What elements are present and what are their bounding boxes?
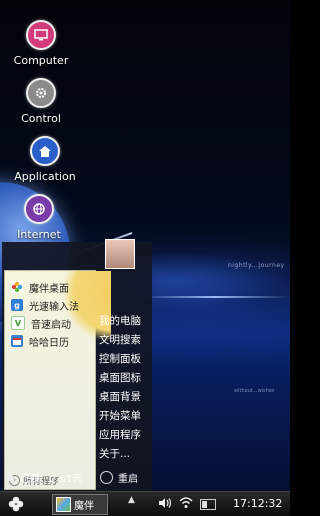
desktop-icon-label: Internet: [17, 228, 61, 241]
desktop-icon-control[interactable]: Control: [1, 78, 81, 125]
app-item-label: 光速输入法: [29, 301, 79, 313]
menu-item-about[interactable]: 关于...: [99, 445, 141, 464]
gear-icon: [26, 78, 56, 108]
taskbar-clock[interactable]: 17:12:32: [233, 497, 282, 510]
app-item-yinsuqidong[interactable]: V 音速启动: [11, 315, 71, 331]
desktop-icon-label: Control: [21, 112, 61, 125]
menu-item-my-computer[interactable]: 我的电脑: [99, 312, 141, 331]
reboot-button[interactable]: 重启: [100, 470, 138, 485]
globe-icon: [24, 194, 54, 224]
v-launcher-icon: V: [11, 316, 25, 330]
power-icon: [100, 471, 113, 484]
earnings-status: 已赚：2.61元: [6, 470, 82, 485]
moban-app-icon: [56, 497, 71, 512]
menu-item-applications[interactable]: 应用程序: [99, 426, 141, 445]
app-item-guangsushurufa[interactable]: g 光速输入法: [11, 297, 79, 313]
wallpaper-watermark-bottom: without...wishes: [234, 388, 275, 394]
horizon-glow: [140, 296, 290, 298]
menu-item-control-panel[interactable]: 控制面板: [99, 350, 141, 369]
menu-item-desktop-background[interactable]: 桌面背景: [99, 388, 141, 407]
desktop-icon-internet[interactable]: Internet: [0, 194, 79, 241]
volume-icon[interactable]: [158, 497, 172, 512]
taskbar-task-label: 魔伴: [74, 501, 94, 512]
clover-icon: [8, 496, 24, 512]
desktop-icon-computer[interactable]: Computer: [1, 20, 81, 67]
menu-item-search[interactable]: 文明搜索: [99, 331, 141, 350]
start-menu-app-panel: 魔伴桌面 g 光速输入法 V 音速启动 哈哈日历 › 所有程序: [4, 270, 111, 490]
wallpaper-watermark-top: nightly...journey: [228, 262, 285, 269]
wifi-icon[interactable]: [178, 494, 194, 513]
earnings-label: 已赚：2.61元: [20, 474, 83, 485]
flower-icon: [11, 281, 23, 293]
tray-expand-icon[interactable]: ▲: [128, 495, 135, 505]
user-avatar[interactable]: [105, 239, 135, 269]
start-menu-right-list: 我的电脑 文明搜索 控制面板 桌面图标 桌面背景 开始菜单 应用程序 关于...: [99, 312, 141, 464]
desktop-icon-application[interactable]: Application: [5, 136, 85, 183]
app-item-label: 哈哈日历: [29, 337, 69, 349]
app-item-hahariLi[interactable]: 哈哈日历: [11, 333, 69, 349]
house-icon: [30, 136, 60, 166]
app-item-mobanzhuomian[interactable]: 魔伴桌面: [11, 279, 69, 295]
calendar-icon: [11, 335, 23, 347]
taskbar: 魔伴 ▲ 17:12:32: [0, 491, 290, 516]
desktop-icon-label: Computer: [13, 54, 69, 67]
menu-item-start-menu[interactable]: 开始菜单: [99, 407, 141, 426]
money-bag-icon: [6, 470, 15, 485]
battery-icon[interactable]: [200, 499, 216, 510]
keyboard-g-icon: g: [11, 299, 23, 311]
reboot-label: 重启: [118, 474, 138, 485]
app-item-label: 音速启动: [31, 319, 71, 331]
menu-item-desktop-icons[interactable]: 桌面图标: [99, 369, 141, 388]
desktop-icon-label: Application: [14, 170, 76, 183]
start-button[interactable]: [8, 496, 24, 512]
app-item-label: 魔伴桌面: [29, 283, 69, 295]
monitor-icon: [26, 20, 56, 50]
taskbar-task-moban[interactable]: 魔伴: [52, 494, 108, 515]
